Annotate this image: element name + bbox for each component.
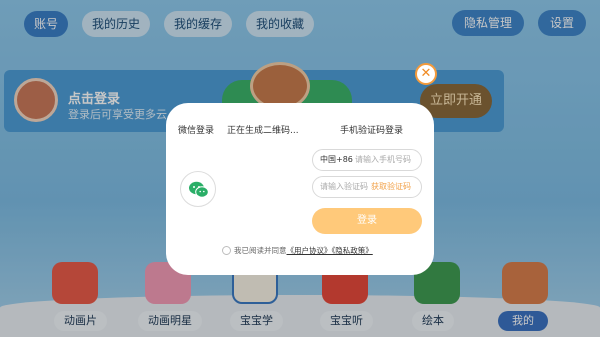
agreement-prefix: 我已阅读并同意 (234, 246, 287, 255)
wechat-login-button[interactable] (180, 171, 216, 207)
get-code-button[interactable]: 获取验证码 (371, 177, 411, 197)
phone-login-title: 手机验证码登录 (340, 126, 404, 136)
qr-status-text: 正在生成二维码... (227, 126, 299, 136)
phone-placeholder: 请输入手机号码 (355, 155, 411, 164)
wechat-login-title: 微信登录 (178, 126, 215, 136)
code-placeholder: 请输入验证码 (320, 182, 368, 191)
country-code-selector[interactable]: 中国+86 (320, 150, 353, 170)
phone-number-field[interactable]: 中国+86 请输入手机号码 (312, 149, 422, 171)
user-agreement-link[interactable]: 《用户协议》 (287, 246, 332, 255)
login-button[interactable]: 登录 (312, 208, 422, 234)
verification-code-field[interactable]: 请输入验证码 获取验证码 (312, 176, 422, 198)
close-icon[interactable]: ✕ (415, 63, 437, 85)
privacy-policy-link[interactable]: 《隐私政策》 (332, 246, 373, 255)
wechat-icon (189, 181, 209, 198)
agreement-checkbox[interactable] (222, 246, 231, 255)
agreement-text: 我已阅读并同意《用户协议》《隐私政策》 (234, 245, 373, 256)
